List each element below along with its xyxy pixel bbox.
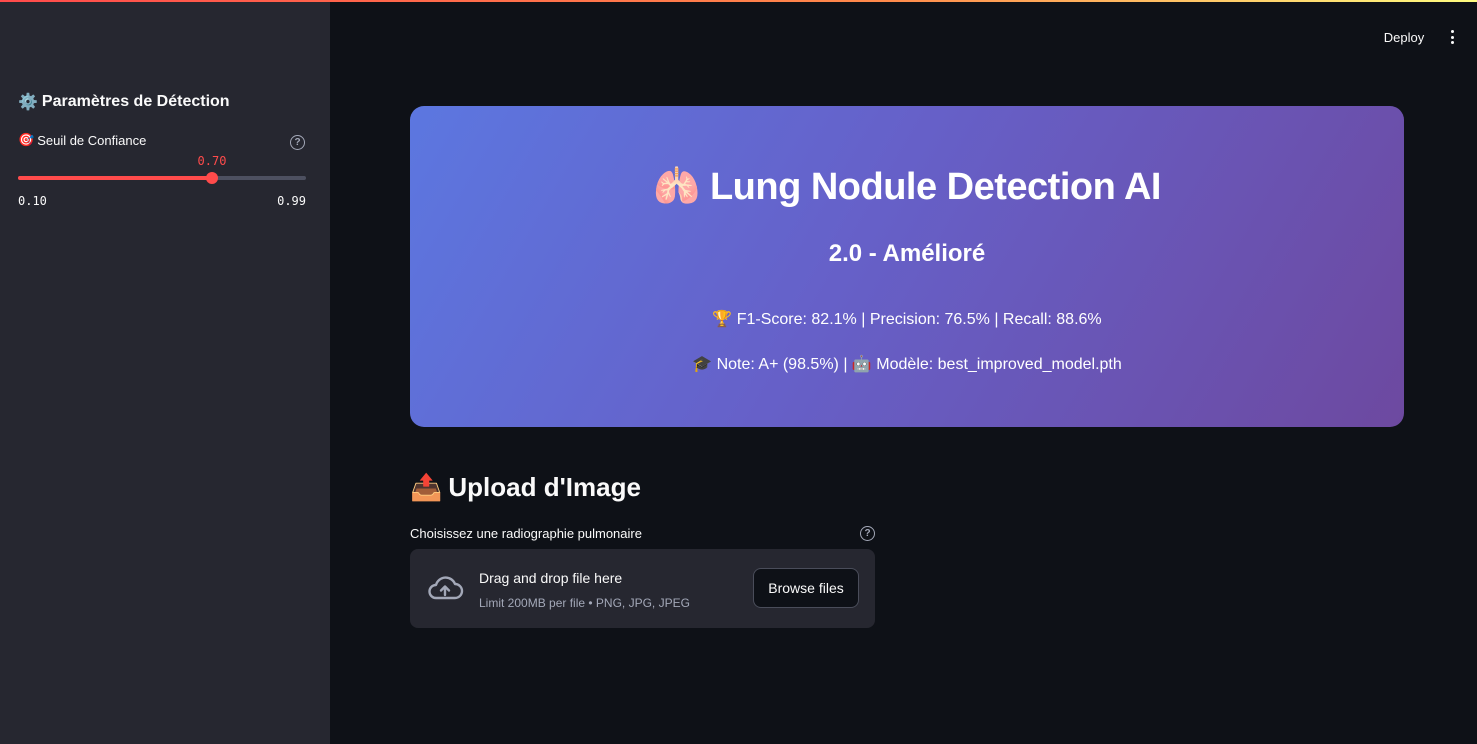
help-icon[interactable]: ? (860, 526, 875, 541)
hero-banner: 🫁 Lung Nodule Detection AI 2.0 - Amélior… (410, 106, 1404, 427)
upload-heading: 📤 Upload d'Image (410, 472, 641, 503)
confidence-slider-label: 🎯 Seuil de Confiance (18, 133, 146, 148)
lungs-icon: 🫁 (653, 164, 700, 208)
cloud-upload-icon (428, 576, 464, 600)
sidebar: ⚙️ Paramètres de Détection 🎯 Seuil de Co… (0, 0, 330, 744)
hero-metrics: 🏆 F1-Score: 82.1% | Precision: 76.5% | R… (712, 311, 1102, 328)
slider-current-value: 0.70 (197, 154, 227, 168)
confidence-slider-label-text: Seuil de Confiance (37, 133, 147, 148)
confidence-slider[interactable] (18, 172, 306, 184)
browse-files-button[interactable]: Browse files (753, 568, 859, 608)
file-dropzone[interactable]: Drag and drop file here Limit 200MB per … (410, 549, 875, 628)
gear-icon: ⚙️ (18, 92, 38, 111)
slider-min-value: 0.10 (18, 194, 47, 208)
hero-subtitle: 2.0 - Amélioré (828, 240, 986, 267)
uploader-label: Choisissez une radiographie pulmonaire (410, 526, 642, 541)
help-icon[interactable]: ? (290, 135, 305, 150)
dropzone-title: Drag and drop file here (479, 570, 623, 586)
upload-heading-text: Upload d'Image (448, 472, 641, 502)
slider-fill (18, 176, 212, 180)
dropzone-limit: Limit 200MB per file • PNG, JPG, JPEG (479, 596, 690, 610)
hero-model-info: 🎓 Note: A+ (98.5%) | 🤖 Modèle: best_impr… (692, 356, 1122, 373)
sidebar-title-text: Paramètres de Détection (41, 92, 230, 110)
vertical-ellipsis-icon[interactable] (1442, 26, 1462, 48)
hero-title-text: Lung Nodule Detection AI (709, 166, 1162, 208)
deploy-button[interactable]: Deploy (1372, 24, 1436, 50)
slider-max-value: 0.99 (277, 194, 306, 208)
sidebar-title: ⚙️ Paramètres de Détection (18, 92, 230, 111)
top-decoration-bar (0, 0, 1477, 2)
hero-title: 🫁 Lung Nodule Detection AI (410, 164, 1404, 209)
outbox-tray-icon: 📤 (410, 472, 443, 503)
slider-thumb[interactable] (206, 172, 218, 184)
target-icon: 🎯 (18, 133, 35, 148)
